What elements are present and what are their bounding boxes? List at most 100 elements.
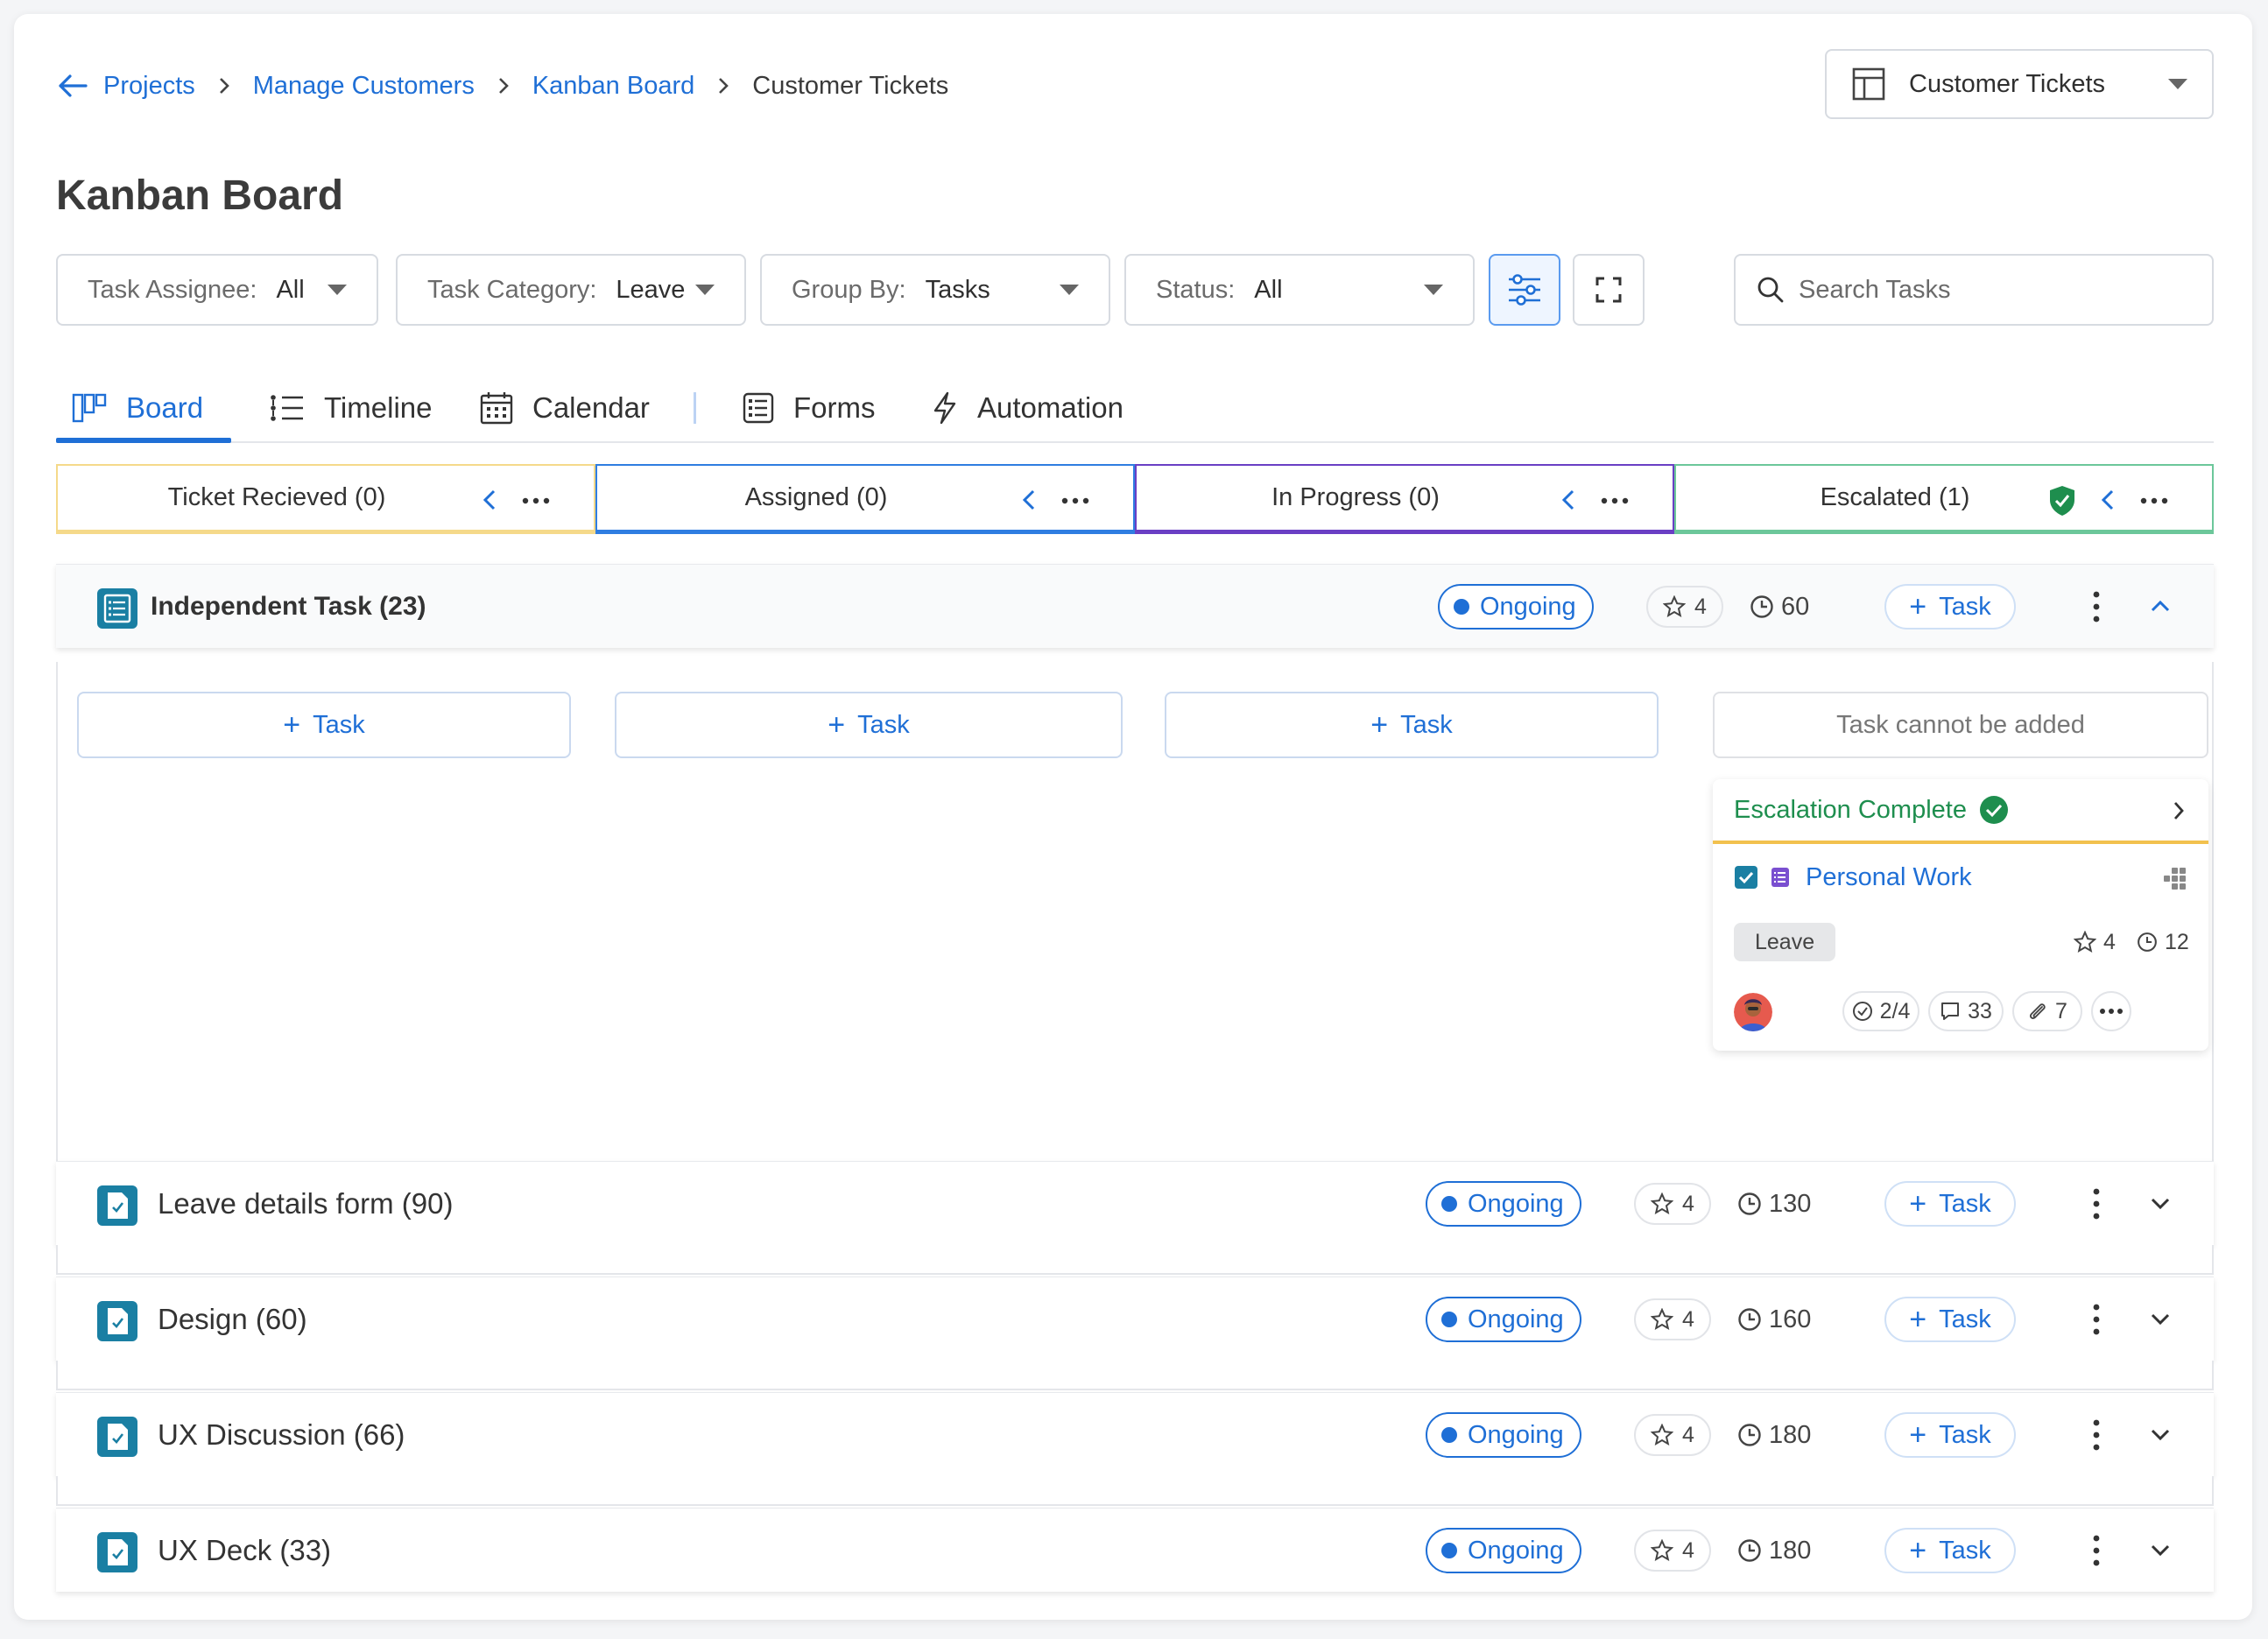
- more-horizontal-icon: [2100, 1009, 2123, 1014]
- automation-icon: [932, 391, 958, 425]
- star-icon: [1651, 1424, 1674, 1446]
- task-check-icon: [1734, 865, 1758, 890]
- group-row-independent-task[interactable]: Independent Task (23) Ongoing 4 60 + Tas…: [56, 564, 2214, 648]
- board-icon: [72, 392, 107, 424]
- add-task-label: Task: [1400, 710, 1453, 739]
- check-circle-outline-icon: [1852, 1002, 1872, 1021]
- tab-label: Forms: [793, 391, 876, 424]
- star-icon: [2074, 931, 2096, 953]
- add-task-button-assigned[interactable]: + Task: [615, 692, 1123, 758]
- more-vertical-icon[interactable]: [2079, 1533, 2114, 1568]
- chevron-right-icon[interactable]: [2172, 800, 2186, 821]
- status-label: Ongoing: [1468, 1189, 1564, 1218]
- checklist-chip[interactable]: 2/4: [1842, 991, 1919, 1031]
- star-icon: [1651, 1308, 1674, 1331]
- column-header-assigned: Assigned (0): [595, 464, 1135, 534]
- ticket-card[interactable]: Escalation Complete Personal Work Leave …: [1713, 779, 2208, 1051]
- calendar-icon: [480, 391, 513, 425]
- filter-settings-button[interactable]: [1489, 254, 1560, 326]
- search-placeholder: Search Tasks: [1799, 275, 1951, 304]
- filter-task-assignee[interactable]: Task Assignee: All: [56, 254, 378, 326]
- more-vertical-icon[interactable]: [2079, 1302, 2114, 1337]
- star-icon: [1651, 1539, 1674, 1562]
- add-task-button[interactable]: + Task: [1884, 1297, 2016, 1342]
- tab-board[interactable]: Board: [72, 373, 203, 443]
- add-task-button[interactable]: + Task: [1884, 1528, 2016, 1573]
- filter-status[interactable]: Status: All: [1124, 254, 1475, 326]
- group-body-independent-task: + Task + Task + Task Task cannot be adde…: [56, 662, 2214, 1161]
- more-horizontal-icon[interactable]: [1601, 497, 1629, 504]
- chevron-down-icon[interactable]: [2149, 1305, 2172, 1332]
- chevron-down-icon[interactable]: [2149, 1190, 2172, 1216]
- time-value: 130: [1769, 1189, 1812, 1218]
- column-title: Assigned (0): [744, 483, 888, 511]
- status-label: Ongoing: [1468, 1536, 1564, 1565]
- column-header-escalated: Escalated (1): [1674, 464, 2214, 534]
- group-row-ux-deck[interactable]: UX Deck (33) Ongoing 4 180 + Task: [56, 1508, 2214, 1592]
- sliders-icon: [1507, 274, 1542, 306]
- add-task-button[interactable]: + Task: [1884, 1181, 2016, 1227]
- tab-automation[interactable]: Automation: [932, 373, 1123, 443]
- status-label: Ongoing: [1468, 1420, 1564, 1449]
- fullscreen-button[interactable]: [1573, 254, 1645, 326]
- back-arrow-icon[interactable]: [58, 74, 88, 98]
- time-stat: 130: [1737, 1162, 1811, 1246]
- more-horizontal-icon[interactable]: [522, 497, 550, 504]
- form-doc-icon: [96, 1300, 138, 1342]
- rating-value: 4: [1682, 1306, 1694, 1332]
- avatar[interactable]: [1734, 993, 1772, 1031]
- filter-task-category[interactable]: Task Category: Leave: [396, 254, 746, 326]
- group-spacer: [56, 1361, 2214, 1390]
- filter-value: All: [1254, 275, 1283, 304]
- plus-icon: +: [1909, 1418, 1927, 1452]
- group-row-ux-discussion[interactable]: UX Discussion (66) Ongoing 4 180 + Task: [56, 1392, 2214, 1476]
- add-task-label: Task: [313, 710, 365, 739]
- active-tab-indicator: [56, 438, 231, 443]
- chevron-up-icon[interactable]: [2149, 593, 2172, 619]
- form-doc-icon: [96, 1185, 138, 1227]
- breadcrumb-projects[interactable]: Projects: [103, 72, 195, 101]
- more-horizontal-icon[interactable]: [2140, 497, 2168, 504]
- more-vertical-icon[interactable]: [2079, 1417, 2114, 1453]
- status-badge: Ongoing: [1426, 1181, 1581, 1227]
- breadcrumb-manage-customers[interactable]: Manage Customers: [253, 72, 475, 101]
- comments-chip[interactable]: 33: [1928, 991, 2004, 1031]
- collapse-left-icon[interactable]: [1560, 489, 1576, 511]
- caret-down-icon: [328, 285, 347, 295]
- group-row-leave-details-form[interactable]: Leave details form (90) Ongoing 4 130 + …: [56, 1161, 2214, 1245]
- collapse-left-icon[interactable]: [1021, 489, 1037, 511]
- rating-chip: 4: [1634, 1414, 1711, 1456]
- add-task-label: Task: [1939, 1420, 1991, 1449]
- more-chip[interactable]: [2091, 991, 2131, 1031]
- add-task-button[interactable]: + Task: [1884, 1412, 2016, 1458]
- rating-value: 4: [1682, 1422, 1694, 1447]
- search-input[interactable]: Search Tasks: [1734, 254, 2214, 326]
- tab-calendar[interactable]: Calendar: [480, 373, 650, 443]
- ticket-time: 12: [2137, 925, 2189, 960]
- more-horizontal-icon[interactable]: [1061, 497, 1089, 504]
- breadcrumb-kanban-board[interactable]: Kanban Board: [532, 72, 694, 101]
- add-task-button-in-progress[interactable]: + Task: [1165, 692, 1659, 758]
- tab-forms[interactable]: Forms: [743, 373, 876, 443]
- more-vertical-icon[interactable]: [2079, 1186, 2114, 1221]
- chevron-down-icon[interactable]: [2149, 1421, 2172, 1447]
- add-task-button[interactable]: + Task: [1884, 584, 2016, 630]
- more-vertical-icon[interactable]: [2079, 589, 2114, 624]
- view-selector[interactable]: Customer Tickets: [1825, 49, 2214, 119]
- filter-group-by[interactable]: Group By: Tasks: [760, 254, 1110, 326]
- attachments-chip[interactable]: 7: [2012, 991, 2082, 1031]
- add-task-button-ticket-received[interactable]: + Task: [77, 692, 571, 758]
- collapse-left-icon[interactable]: [482, 489, 497, 511]
- group-row-design[interactable]: Design (60) Ongoing 4 160 + Task: [56, 1277, 2214, 1361]
- clock-icon: [1738, 1308, 1761, 1331]
- filter-value: Leave: [616, 275, 686, 304]
- clock-icon: [1738, 1539, 1761, 1562]
- time-value: 180: [1769, 1536, 1812, 1565]
- collapse-left-icon[interactable]: [2100, 489, 2116, 511]
- drag-handle-icon[interactable]: [2163, 867, 2187, 891]
- ticket-title[interactable]: Personal Work: [1806, 863, 1972, 892]
- status-dot: [1454, 599, 1469, 615]
- chevron-down-icon[interactable]: [2149, 1537, 2172, 1563]
- paperclip-icon: [2030, 1003, 2046, 1019]
- tab-timeline[interactable]: Timeline: [270, 373, 432, 443]
